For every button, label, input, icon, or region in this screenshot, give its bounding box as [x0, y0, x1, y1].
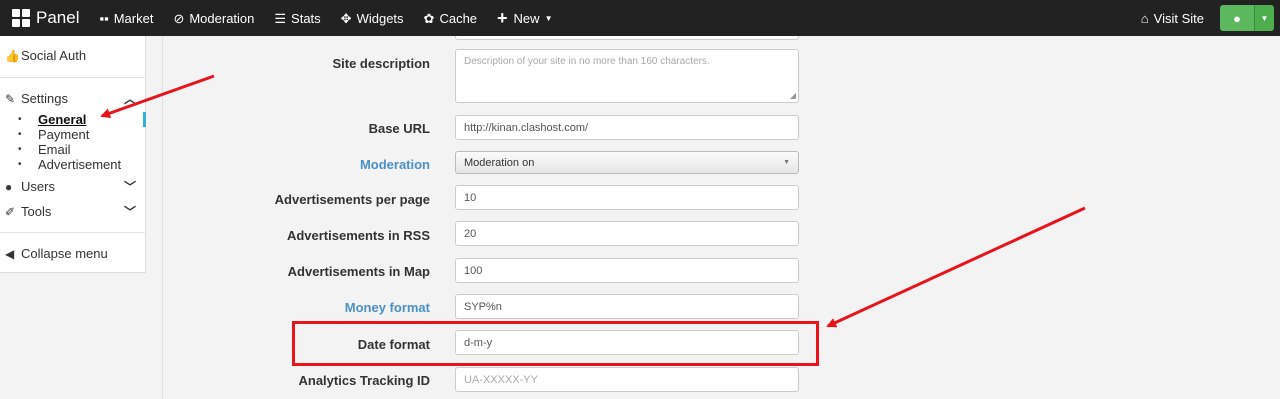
sidebar-item-users[interactable]: ● Users ﹀	[5, 179, 141, 194]
wrench-icon: ✐	[5, 204, 16, 219]
dashboard-grid-icon	[12, 9, 30, 27]
brand-link[interactable]: Panel	[0, 0, 89, 36]
caret-down-icon: ▼	[1254, 5, 1274, 31]
submenu-item-payment[interactable]: • Payment	[18, 127, 121, 142]
ads-in-rss-input[interactable]: 20	[455, 221, 799, 246]
submenu-item-label: Advertisement	[38, 157, 122, 172]
submenu-item-advertisement[interactable]: • Advertisement	[18, 157, 121, 172]
sidebar-item-label: Social Auth	[21, 48, 87, 63]
money-format-label[interactable]: Money format	[210, 300, 430, 315]
moderation-label[interactable]: Moderation	[210, 157, 430, 172]
base-url-label: Base URL	[368, 121, 430, 136]
nav-widgets[interactable]: ✥ Widgets	[331, 0, 414, 36]
submenu-item-email[interactable]: • Email	[18, 142, 121, 157]
user-icon: ●	[1220, 5, 1254, 31]
chevron-up-icon: ︿	[123, 92, 136, 106]
nav-moderation[interactable]: ⊘ Moderation	[163, 0, 264, 36]
money-format-input[interactable]: SYP%n	[455, 294, 799, 319]
user-icon: ●	[5, 179, 13, 194]
moderation-select[interactable]: Moderation on ▼	[455, 151, 799, 174]
visit-site-link[interactable]: ⌂ Visit Site	[1131, 0, 1214, 36]
chevron-down-icon: ﹀	[123, 180, 136, 194]
ads-in-map-label: Advertisements in Map	[287, 264, 430, 279]
brand-label: Panel	[36, 8, 80, 27]
ads-per-page-input[interactable]: 10	[455, 185, 799, 210]
sidebar-item-social-auth[interactable]: 👍 Social Auth	[5, 48, 86, 63]
top-navbar: Panel ▪▪ Market ⊘ Moderation ☰ Stats ✥ W…	[0, 0, 1280, 36]
settings-submenu: • General • Payment • Email • Advertisement	[18, 112, 121, 172]
site-description-label: Site description	[332, 56, 430, 71]
nav-right: ⌂ Visit Site ● ▼	[1131, 0, 1280, 36]
base-url-input[interactable]: http://kinan.clashost.com/	[455, 115, 799, 140]
sidebar-item-tools[interactable]: ✐ Tools ﹀	[5, 204, 141, 219]
sidebar-divider	[0, 77, 146, 78]
grid-icon: ▪▪	[99, 10, 109, 26]
nav-moderation-label: Moderation	[189, 10, 255, 26]
ads-per-page-label: Advertisements per page	[274, 192, 430, 207]
nav-market-label: Market	[113, 10, 154, 26]
collapse-menu-button[interactable]: ◀ Collapse menu	[5, 246, 108, 261]
nav-new-label: New	[513, 10, 540, 26]
nav-cache[interactable]: ✿ Cache	[414, 0, 487, 36]
moderation-select-value: Moderation on	[464, 156, 535, 169]
bullet: •	[18, 129, 22, 140]
ads-in-map-input[interactable]: 100	[455, 258, 799, 283]
analytics-id-input[interactable]: UA-XXXXX-YY	[455, 367, 799, 392]
thumbs-up-icon: 👍	[5, 48, 20, 63]
nav-stats[interactable]: ☰ Stats	[264, 0, 330, 36]
bullet: •	[18, 144, 22, 155]
dropdown-arrow-icon: ▼	[783, 159, 790, 166]
submenu-item-label: General	[38, 112, 87, 127]
submenu-item-general[interactable]: • General	[18, 112, 121, 127]
sidebar-item-settings[interactable]: ✎ Settings ︿	[5, 91, 141, 106]
collapse-left-icon: ◀	[5, 246, 15, 261]
active-indicator	[143, 112, 146, 127]
site-description-textarea[interactable]: Description of your site in no more than…	[455, 49, 799, 103]
nav-cache-label: Cache	[439, 10, 478, 26]
analytics-id-label: Analytics Tracking ID	[298, 373, 431, 388]
ban-icon: ⊘	[173, 10, 185, 26]
user-menu-button[interactable]: ● ▼	[1220, 5, 1274, 31]
visit-site-label: Visit Site	[1153, 10, 1204, 26]
sidebar-item-label: Users	[21, 179, 55, 194]
nav-widgets-label: Widgets	[356, 10, 404, 26]
chevron-down-icon: ﹀	[123, 205, 136, 219]
collapse-menu-label: Collapse menu	[21, 246, 108, 261]
sidebar-item-label: Settings	[21, 91, 68, 106]
site-description-placeholder: Description of your site in no more than…	[464, 56, 710, 67]
caret-down-icon: ▼	[544, 13, 553, 23]
ads-in-rss-label: Advertisements in RSS	[286, 228, 430, 243]
sidebar-item-label: Tools	[21, 204, 52, 219]
move-icon: ✥	[340, 10, 352, 26]
gear-icon: ✿	[423, 10, 435, 26]
bullet: •	[18, 114, 22, 125]
nav-new-dropdown[interactable]: + New ▼	[487, 0, 562, 36]
nav-market[interactable]: ▪▪ Market	[89, 0, 163, 36]
sidebar-divider	[0, 232, 146, 233]
home-icon: ⌂	[1140, 10, 1149, 26]
bars-icon: ☰	[274, 10, 287, 26]
plus-icon: +	[497, 8, 508, 28]
nav-stats-label: Stats	[291, 10, 321, 26]
edit-icon: ✎	[5, 91, 16, 106]
annotation-highlight-box	[292, 321, 819, 366]
bullet: •	[18, 159, 22, 170]
submenu-item-label: Email	[38, 142, 71, 157]
submenu-item-label: Payment	[38, 127, 90, 142]
sidebar: 👍 Social Auth ✎ Settings ︿ • General • Pay…	[0, 36, 146, 273]
resize-handle-icon[interactable]: ◢	[790, 91, 796, 100]
previous-field-clipped	[455, 36, 799, 40]
